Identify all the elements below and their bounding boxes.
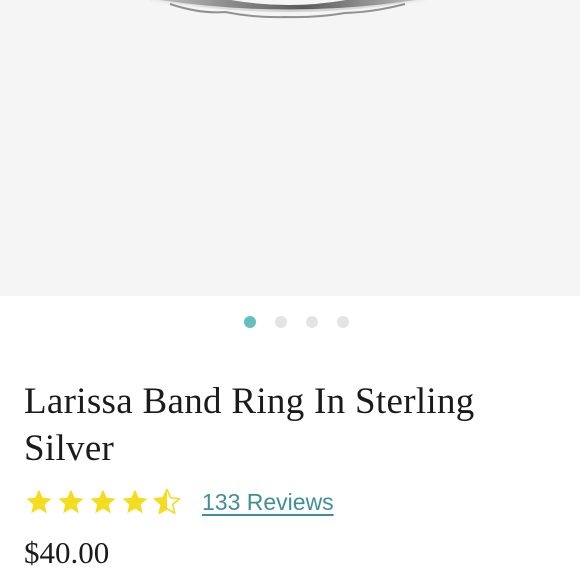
product-image[interactable]: [0, 0, 580, 296]
rating-row: 133 Reviews: [24, 484, 334, 520]
star-full-icon: [90, 489, 116, 514]
carousel-dot-4[interactable]: [337, 316, 349, 328]
carousel-dot-1[interactable]: [244, 316, 256, 328]
product-price: $40.00: [24, 535, 110, 570]
star-full-icon: [26, 489, 52, 514]
product-page: Larissa Band Ring In Sterling Silver 133…: [0, 0, 580, 580]
carousel-dot-3[interactable]: [306, 316, 318, 328]
reviews-link[interactable]: 133 Reviews: [202, 489, 334, 516]
product-title: Larissa Band Ring In Sterling Silver: [24, 381, 475, 469]
carousel-dot-2[interactable]: [275, 316, 287, 328]
carousel-dots: [0, 315, 580, 329]
star-full-icon: [122, 489, 148, 514]
star-half-icon: [153, 488, 181, 515]
ring-image: [0, 0, 580, 296]
star-full-icon: [58, 489, 84, 514]
star-rating: [24, 487, 184, 517]
